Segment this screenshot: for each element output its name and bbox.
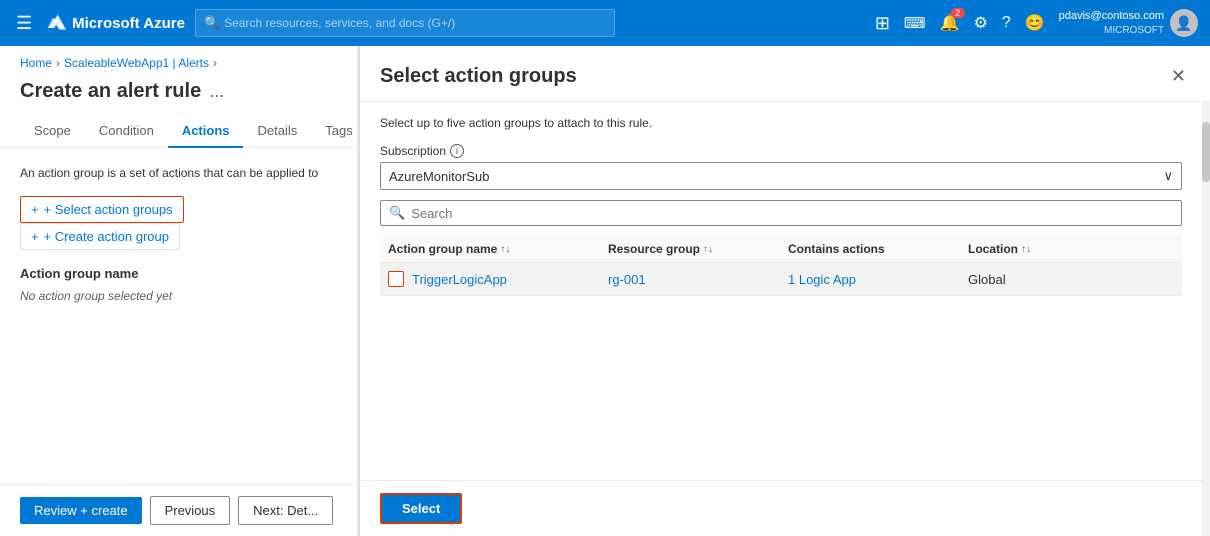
search-input[interactable] xyxy=(224,16,606,30)
action-group-name-link[interactable]: TriggerLogicApp xyxy=(412,272,507,287)
row-checkbox[interactable]: ✓ xyxy=(388,271,404,287)
azure-logo: Microsoft Azure xyxy=(46,13,185,33)
table-row: ✓ TriggerLogicApp rg-001 1 Logic App xyxy=(380,263,1182,296)
breadcrumb-app[interactable]: ScaleableWebApp1 | Alerts xyxy=(64,56,209,70)
breadcrumb-home[interactable]: Home xyxy=(20,56,52,70)
dashboard-icon[interactable]: ⊞ xyxy=(875,13,890,34)
left-panel: Home › ScaleableWebApp1 | Alerts › Creat… xyxy=(0,46,358,536)
tabs-bar: Scope Condition Actions Details Tags xyxy=(0,115,357,148)
search-icon: 🔍 xyxy=(389,205,405,221)
tab-scope[interactable]: Scope xyxy=(20,115,85,148)
sort-icon-name[interactable]: ↑↓ xyxy=(500,244,510,255)
dialog-scroll-area: Select up to five action groups to attac… xyxy=(360,102,1210,536)
th-contains-actions: Contains actions xyxy=(788,242,968,256)
table-header-row: Action group name ↑↓ Resource group ↑↓ C… xyxy=(380,236,1182,263)
select-action-groups-dialog: Select action groups ✕ Select up to five… xyxy=(358,46,1210,536)
dialog-body: Select up to five action groups to attac… xyxy=(360,102,1202,536)
top-navigation: ☰ Microsoft Azure 🔍 ⊞ ⌨ 🔔 2 ⚙ ? 😊 pdavis… xyxy=(0,0,1210,46)
contains-actions-link[interactable]: 1 Logic App xyxy=(788,272,856,287)
th-label-location: Location xyxy=(968,242,1018,256)
user-profile[interactable]: pdavis@contoso.com MICROSOFT 👤 xyxy=(1059,9,1198,37)
action-group-search-box[interactable]: 🔍 xyxy=(380,200,1182,226)
th-label-name: Action group name xyxy=(388,242,497,256)
dialog-footer: Select xyxy=(360,480,1202,536)
user-email: pdavis@contoso.com xyxy=(1059,9,1164,23)
table-cell-location: Global xyxy=(968,272,1088,287)
page-menu-icon[interactable]: ... xyxy=(209,81,224,102)
plus-icon-select: + xyxy=(31,202,39,217)
user-info: pdavis@contoso.com MICROSOFT xyxy=(1059,9,1164,36)
subscription-label-text: Subscription xyxy=(380,144,446,158)
plus-icon-create: + xyxy=(31,229,39,244)
notifications-icon[interactable]: 🔔 2 xyxy=(940,13,960,33)
breadcrumb: Home › ScaleableWebApp1 | Alerts › xyxy=(0,46,357,76)
create-action-group-label: + Create action group xyxy=(44,229,169,244)
sort-icon-rg[interactable]: ↑↓ xyxy=(703,244,713,255)
subscription-dropdown[interactable]: AzureMonitorSub ∨ xyxy=(380,162,1182,190)
user-avatar[interactable]: 👤 xyxy=(1170,9,1198,37)
dropdown-chevron: ∨ xyxy=(1163,168,1173,184)
subscription-label: Subscription i xyxy=(380,144,1182,158)
checkmark-icon: ✓ xyxy=(391,274,400,285)
global-search-bar[interactable]: 🔍 xyxy=(195,9,615,37)
help-icon[interactable]: ? xyxy=(1002,14,1011,32)
breadcrumb-sep-1: › xyxy=(56,56,60,70)
table-cell-name: ✓ TriggerLogicApp xyxy=(388,271,608,287)
scrollbar-track[interactable] xyxy=(1202,102,1210,536)
dialog-subtitle: Select up to five action groups to attac… xyxy=(380,116,1182,130)
select-action-groups-label: + Select action groups xyxy=(44,202,173,217)
section-header: Action group name xyxy=(20,266,337,281)
table-cell-actions: 1 Logic App xyxy=(788,272,968,287)
select-button[interactable]: Select xyxy=(380,493,462,524)
page-title: Create an alert rule xyxy=(20,80,201,103)
action-groups-table: Action group name ↑↓ Resource group ↑↓ C… xyxy=(380,236,1182,296)
tab-actions[interactable]: Actions xyxy=(168,115,244,148)
dialog-header: Select action groups ✕ xyxy=(360,46,1210,102)
feedback-icon[interactable]: 😊 xyxy=(1025,13,1045,33)
th-resource-group: Resource group ↑↓ xyxy=(608,242,788,256)
tab-details[interactable]: Details xyxy=(243,115,311,148)
search-input[interactable] xyxy=(411,206,1173,221)
no-selection-text: No action group selected yet xyxy=(20,289,337,303)
azure-brand-text: Microsoft Azure xyxy=(72,15,185,32)
dialog-title: Select action groups xyxy=(380,65,577,88)
tab-condition[interactable]: Condition xyxy=(85,115,168,148)
th-label-rg: Resource group xyxy=(608,242,700,256)
page-title-row: Create an alert rule ... xyxy=(0,76,357,115)
main-wrapper: Home › ScaleableWebApp1 | Alerts › Creat… xyxy=(0,46,1210,536)
search-icon: 🔍 xyxy=(204,15,220,31)
location-value: Global xyxy=(968,272,1006,287)
table-cell-rg: rg-001 xyxy=(608,272,788,287)
notification-badge: 2 xyxy=(951,8,965,18)
panel-content: An action group is a set of actions that… xyxy=(0,148,357,484)
cloud-shell-icon[interactable]: ⌨ xyxy=(904,14,926,32)
review-create-button[interactable]: Review + create xyxy=(20,497,142,524)
settings-icon[interactable]: ⚙ xyxy=(974,13,988,33)
select-action-groups-button[interactable]: + + Select action groups xyxy=(20,196,184,223)
panel-info-text: An action group is a set of actions that… xyxy=(20,164,337,182)
scrollbar-thumb[interactable] xyxy=(1202,122,1210,182)
azure-icon xyxy=(46,13,66,33)
nav-icon-group: ⊞ ⌨ 🔔 2 ⚙ ? 😊 pdavis@contoso.com MICROSO… xyxy=(875,9,1198,37)
th-action-group-name: Action group name ↑↓ xyxy=(388,242,608,256)
user-company: MICROSOFT xyxy=(1059,24,1164,37)
th-label-actions: Contains actions xyxy=(788,242,885,256)
subscription-value: AzureMonitorSub xyxy=(389,169,489,184)
previous-button[interactable]: Previous xyxy=(150,496,231,525)
next-button[interactable]: Next: Det... xyxy=(238,496,333,525)
sort-icon-location[interactable]: ↑↓ xyxy=(1021,244,1031,255)
resource-group-link[interactable]: rg-001 xyxy=(608,272,646,287)
subscription-info-icon[interactable]: i xyxy=(450,144,464,158)
close-dialog-button[interactable]: ✕ xyxy=(1167,62,1190,91)
hamburger-menu[interactable]: ☰ xyxy=(12,9,36,38)
action-buttons-row: + + Select action groups + + Create acti… xyxy=(20,196,337,250)
th-location: Location ↑↓ xyxy=(968,242,1088,256)
create-action-group-button[interactable]: + + Create action group xyxy=(20,223,180,250)
bottom-bar: Review + create Previous Next: Det... xyxy=(0,484,357,536)
breadcrumb-sep-2: › xyxy=(213,56,217,70)
